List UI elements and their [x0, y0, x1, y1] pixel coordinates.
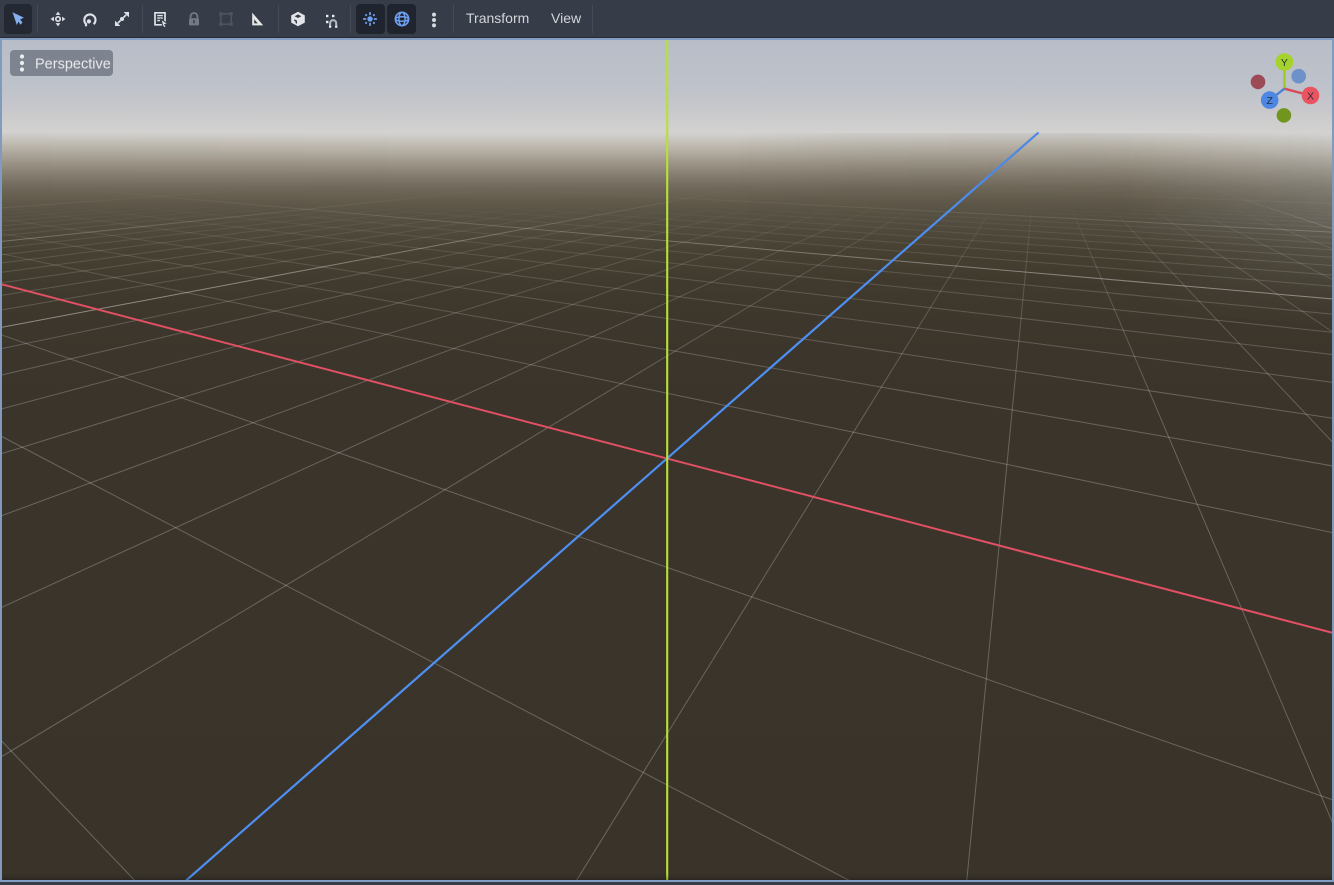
- svg-text:Z: Z: [1266, 95, 1273, 107]
- svg-text:Perspective: Perspective: [35, 56, 111, 72]
- svg-text:Y: Y: [1281, 57, 1288, 69]
- svg-text:X: X: [1307, 90, 1314, 102]
